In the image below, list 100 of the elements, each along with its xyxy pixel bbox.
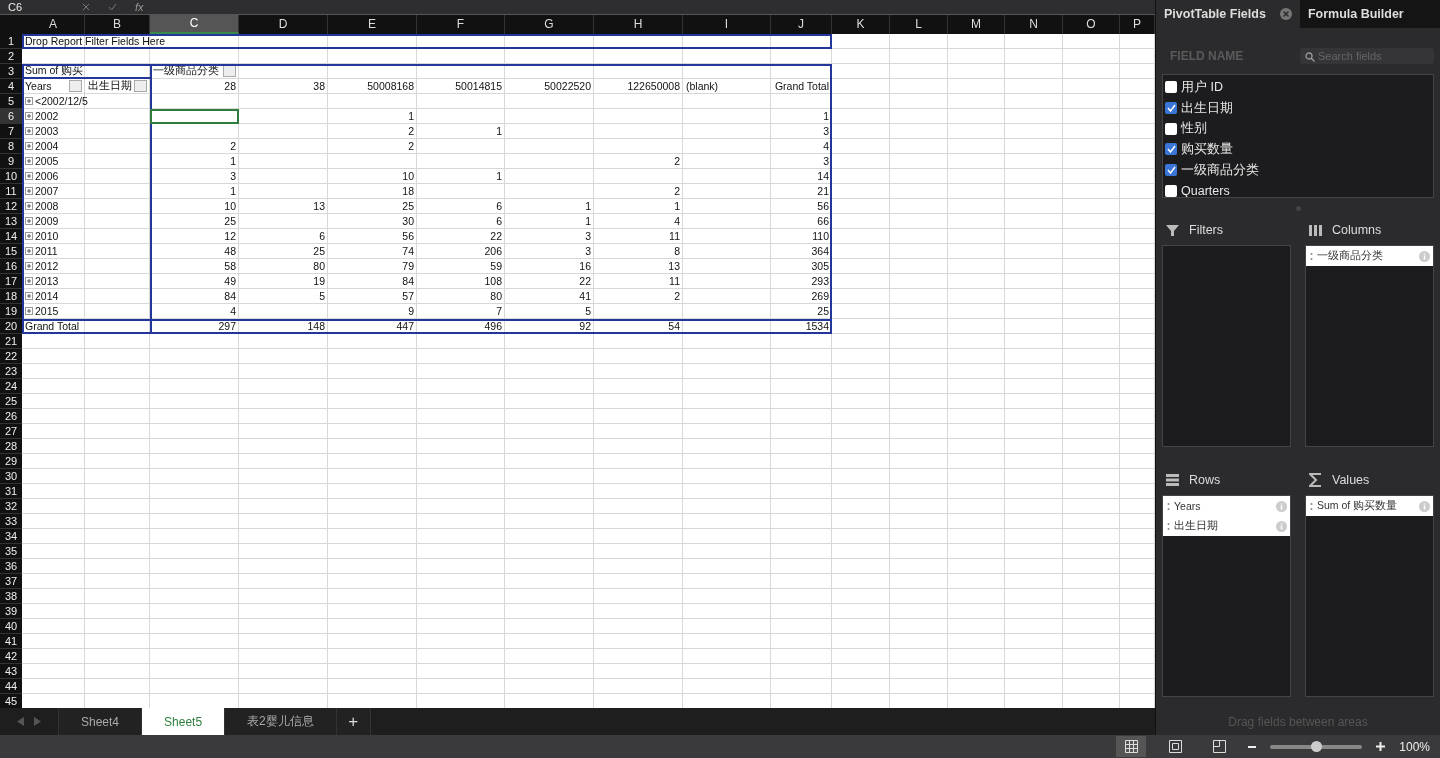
row-label: 2013 xyxy=(22,274,85,289)
checkbox[interactable] xyxy=(1165,81,1177,94)
function-label[interactable]: fx xyxy=(135,1,144,13)
expand-icon[interactable] xyxy=(25,307,33,316)
total-cell-text: 56 xyxy=(816,199,830,214)
checkbox[interactable] xyxy=(1165,122,1177,135)
drag-handle-icon[interactable] xyxy=(1310,251,1313,261)
total-cell-text: 3 xyxy=(822,154,830,169)
checkbox[interactable] xyxy=(1165,143,1177,156)
value-cell-text: 5 xyxy=(318,289,326,304)
drag-handle-icon[interactable] xyxy=(1167,521,1170,531)
value-cell-text: 8 xyxy=(673,244,681,259)
value-cell-text: 297 xyxy=(217,319,237,334)
value-cell-text: 25 xyxy=(312,244,326,259)
previous-sheet-icon[interactable] xyxy=(17,717,24,727)
next-sheet-icon[interactable] xyxy=(34,717,41,727)
add-sheet-button[interactable]: + xyxy=(336,708,371,735)
close-icon[interactable] xyxy=(1279,8,1292,20)
field-label[interactable]: 用户 ID xyxy=(1181,78,1223,96)
row-label: Grand Total xyxy=(24,319,81,334)
expand-icon[interactable] xyxy=(25,187,33,196)
sheet-tab[interactable]: Sheet5 xyxy=(142,708,226,735)
drop-area[interactable]: 一级商品分类 xyxy=(1305,245,1434,447)
expand-icon[interactable] xyxy=(25,127,33,136)
row-label: 2012 xyxy=(22,259,85,274)
cancel-icon[interactable] xyxy=(82,3,90,11)
value-cell-text: 2 xyxy=(673,184,681,199)
column-header: 50014815 xyxy=(454,79,503,94)
check-icon[interactable] xyxy=(108,3,117,11)
value-cell-text: 2 xyxy=(407,124,415,139)
value-cell-text: 79 xyxy=(401,259,415,274)
total-cell-text: 293 xyxy=(810,274,830,289)
checkbox[interactable] xyxy=(1165,164,1177,177)
value-cell-text: 1 xyxy=(584,199,592,214)
area-title: Filters xyxy=(1189,223,1224,237)
field-label[interactable]: 购买数量 xyxy=(1181,140,1233,158)
column-header: 28 xyxy=(223,79,237,94)
sheet-tab[interactable]: Sheet4 xyxy=(59,708,143,735)
expand-icon[interactable] xyxy=(25,262,33,271)
panel-tab[interactable]: PivotTable Fields xyxy=(1156,0,1300,28)
column-header: 50022520 xyxy=(543,79,592,94)
area-field-chip[interactable]: 一级商品分类 xyxy=(1306,246,1433,266)
value-cell-text: 41 xyxy=(578,289,592,304)
zoom-out-icon[interactable] xyxy=(1248,745,1257,748)
field-label[interactable]: 一级商品分类 xyxy=(1181,161,1259,179)
value-cell-text: 7 xyxy=(495,304,503,319)
value-cell-text: 18 xyxy=(401,184,415,199)
expand-icon[interactable] xyxy=(25,217,33,226)
field-label[interactable]: 出生日期 xyxy=(1181,99,1233,117)
name-box[interactable]: C6 xyxy=(8,1,64,13)
value-cell-text: 148 xyxy=(306,319,326,334)
expand-icon[interactable] xyxy=(25,142,33,151)
expand-icon[interactable] xyxy=(25,202,33,211)
value-cell-text: 13 xyxy=(667,259,681,274)
area-field-chip[interactable]: 出生日期 xyxy=(1163,516,1290,536)
area-title: Columns xyxy=(1332,223,1382,237)
drop-area[interactable]: Sum of 购买数量 xyxy=(1305,495,1434,697)
row-label: 2004 xyxy=(22,139,85,154)
field-label[interactable]: Quarters xyxy=(1181,183,1230,197)
expand-icon[interactable] xyxy=(25,157,33,166)
value-cell-text: 56 xyxy=(401,229,415,244)
row-label: 2007 xyxy=(22,184,85,199)
area-field-chip[interactable]: Years xyxy=(1163,496,1290,516)
value-cell-text: 6 xyxy=(495,214,503,229)
expand-icon[interactable] xyxy=(25,292,33,301)
value-cell-text: 74 xyxy=(401,244,415,259)
value-cell-text: 1 xyxy=(584,214,592,229)
value-cell-text: 16 xyxy=(578,259,592,274)
value-cell-text: 22 xyxy=(489,229,503,244)
total-cell-text: 1534 xyxy=(804,319,830,334)
expand-icon[interactable] xyxy=(25,112,33,121)
drag-handle-icon[interactable] xyxy=(1167,501,1170,511)
drop-area[interactable]: Years 出生日期 xyxy=(1162,495,1291,697)
expand-icon[interactable] xyxy=(25,232,33,241)
value-cell-text: 9 xyxy=(407,304,415,319)
value-cell-text: 92 xyxy=(578,319,592,334)
value-cell-text: 2 xyxy=(673,154,681,169)
sheet-tab[interactable]: 表2婴儿信息 xyxy=(225,708,337,735)
expand-icon[interactable] xyxy=(25,97,33,106)
slider-thumb[interactable] xyxy=(1311,740,1323,752)
value-cell-text: 54 xyxy=(667,319,681,334)
checkbox[interactable] xyxy=(1165,102,1177,115)
expand-icon[interactable] xyxy=(25,247,33,256)
drag-handle-icon[interactable] xyxy=(1310,501,1313,511)
value-cell-text: 25 xyxy=(223,214,237,229)
column-header: Grand Total xyxy=(773,79,830,94)
expand-icon[interactable] xyxy=(25,277,33,286)
row-label: 2008 xyxy=(22,199,85,214)
zoom-slider[interactable] xyxy=(1270,744,1363,749)
expand-icon[interactable] xyxy=(25,172,33,181)
checkbox[interactable] xyxy=(1165,184,1177,197)
value-cell-text: 5 xyxy=(584,304,592,319)
zoom-in-icon[interactable] xyxy=(1376,742,1386,751)
filter-icon xyxy=(1166,223,1179,237)
filter-drop-hint: Drop Report Filter Fields Here xyxy=(24,34,167,49)
value-cell-text: 19 xyxy=(312,274,326,289)
view-button[interactable] xyxy=(1116,736,1147,757)
field-label[interactable]: 性别 xyxy=(1181,120,1207,138)
area-field-chip[interactable]: Sum of 购买数量 xyxy=(1306,496,1433,516)
value-cell-text: 25 xyxy=(401,199,415,214)
